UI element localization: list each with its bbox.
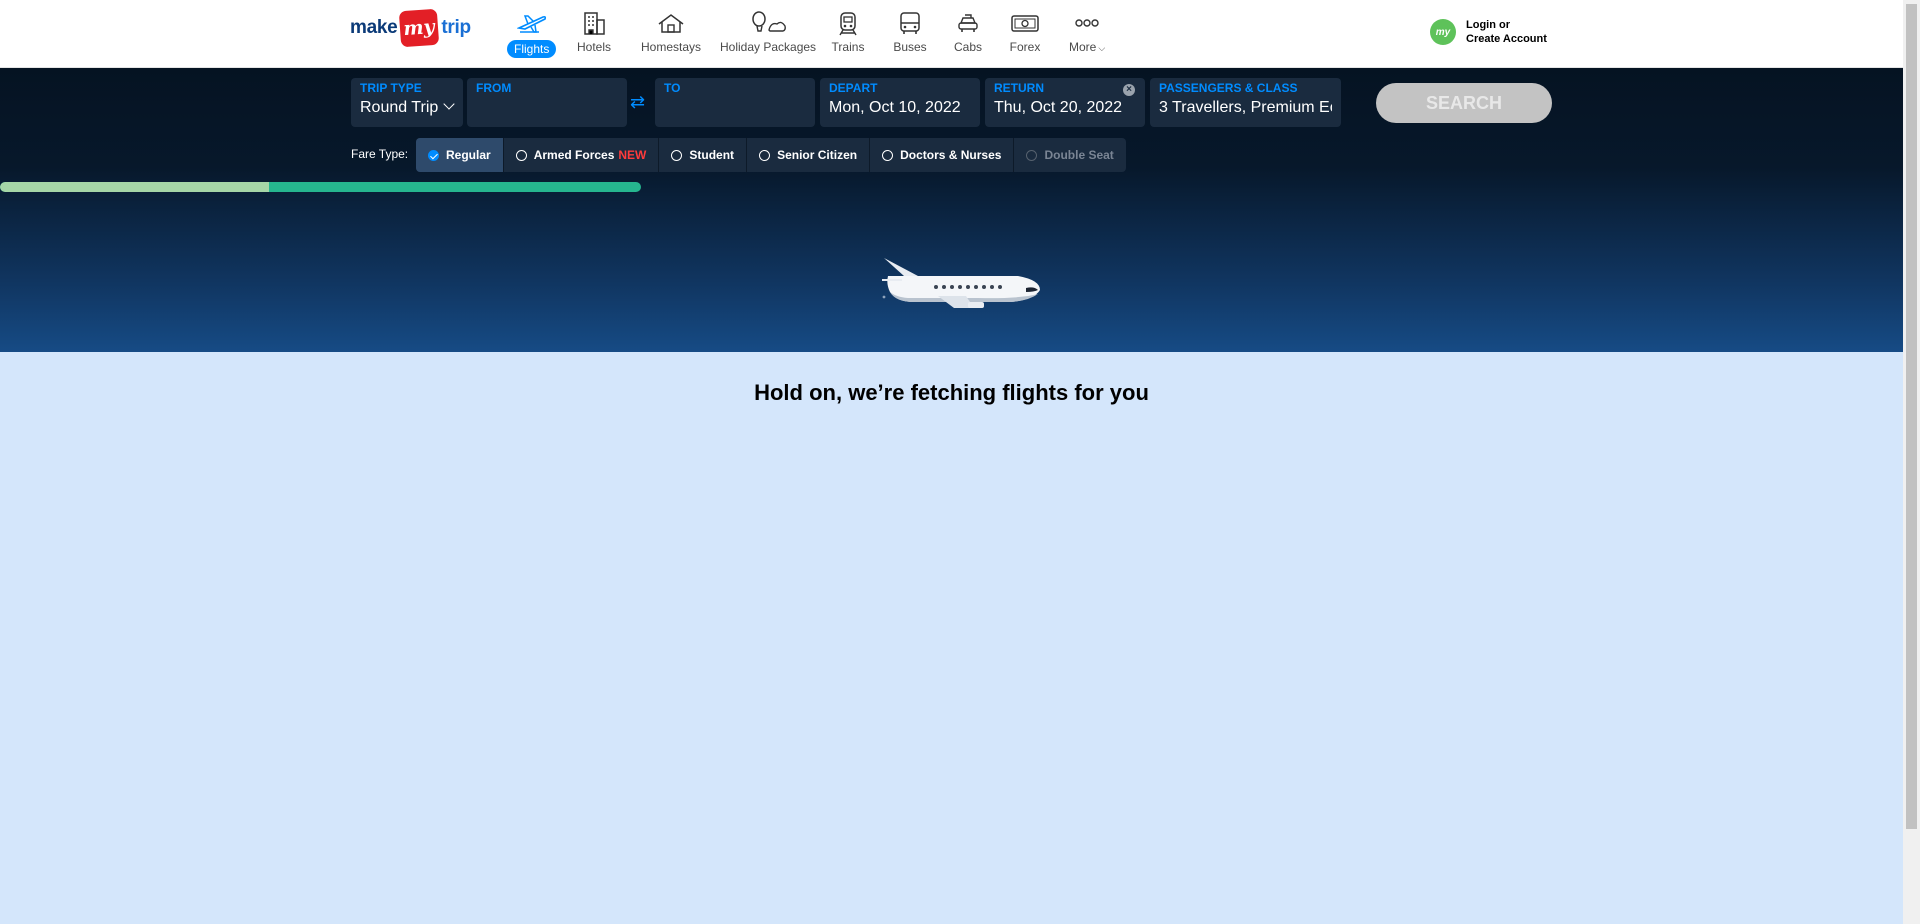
top-header: make my trip Flights Hotels Homestays Ho… <box>0 0 1903 68</box>
flight-icon <box>515 8 549 38</box>
radio-icon <box>671 149 683 161</box>
fare-option-label: Armed Forces <box>533 148 615 162</box>
nav-label: Trains <box>831 40 865 54</box>
passengers-class-field[interactable]: PASSENGERS & CLASS 3 Travellers, Premium… <box>1150 78 1341 127</box>
swap-icon[interactable]: ⇄ <box>630 92 645 113</box>
nav-buses[interactable]: Buses <box>893 8 927 54</box>
nav-label: More ⌵ <box>1069 40 1105 54</box>
train-icon <box>831 8 865 38</box>
nav-label: Cabs <box>953 40 982 54</box>
passengers-label: PASSENGERS & CLASS <box>1159 81 1298 95</box>
radio-icon <box>1026 149 1038 161</box>
nav-label: Buses <box>893 40 927 54</box>
loading-title: Hold on, we’re fetching flights for you <box>754 380 1149 405</box>
makemytrip-logo[interactable]: make my trip <box>350 8 471 48</box>
trip-type-label: TRIP TYPE <box>360 81 422 95</box>
to-label: TO <box>664 81 681 95</box>
search-button[interactable]: SEARCH <box>1376 83 1552 123</box>
nav-homestays[interactable]: Homestays <box>641 8 701 54</box>
nav-label: Hotels <box>577 40 612 54</box>
fare-option-label: Double Seat <box>1044 148 1114 162</box>
radio-icon <box>882 149 894 161</box>
nav-cabs[interactable]: Cabs <box>951 8 985 54</box>
nav-more-label: More <box>1069 40 1097 54</box>
fare-option-senior-citizen[interactable]: Senior Citizen <box>747 138 871 172</box>
depart-value: Mon, Oct 10, 2022 <box>829 99 961 116</box>
fare-type-label: Fare Type: <box>351 147 409 161</box>
logo-trip: trip <box>441 17 471 38</box>
user-avatar-icon: my <box>1430 19 1456 45</box>
nav-forex[interactable]: Forex <box>1008 8 1042 54</box>
to-field[interactable]: TO <box>655 78 815 127</box>
from-label: FROM <box>476 81 512 95</box>
depart-field[interactable]: DEPART Mon, Oct 10, 2022 <box>820 78 980 127</box>
from-field[interactable]: FROM <box>467 78 627 127</box>
forex-icon <box>1008 8 1042 38</box>
radio-icon <box>515 149 527 161</box>
nav-holiday-packages[interactable]: Holiday Packages <box>720 8 816 54</box>
fare-option-label: Regular <box>446 148 491 162</box>
passengers-value: 3 Travellers, Premium Economy <box>1159 99 1332 116</box>
fare-option-label: Senior Citizen <box>777 148 858 162</box>
hotel-icon <box>577 8 611 38</box>
trip-type-value: Round Trip <box>360 99 439 116</box>
login-create-account[interactable]: my Login or Create Account <box>1430 18 1547 46</box>
return-label: RETURN <box>994 81 1044 95</box>
progress-fill <box>0 182 270 192</box>
nav-label: Flights <box>507 40 557 58</box>
checkbox-checked-icon <box>428 149 439 161</box>
fare-option-doctors-nurses[interactable]: Doctors & Nurses <box>870 138 1015 172</box>
login-line1: Login or <box>1466 19 1510 31</box>
chevron-down-icon: ⌵ <box>1098 43 1106 53</box>
nav-flights[interactable]: Flights <box>507 8 557 58</box>
depart-label: DEPART <box>829 81 878 95</box>
fare-option-armed-forces[interactable]: Armed Forces NEW <box>504 138 660 172</box>
return-value: Thu, Oct 20, 2022 <box>994 99 1123 116</box>
fare-option-regular[interactable]: Regular <box>416 138 504 172</box>
fare-option-label: Student <box>689 148 735 162</box>
new-badge: NEW <box>618 148 647 162</box>
nav-label: Forex <box>1009 40 1041 54</box>
nav-trains[interactable]: Trains <box>831 8 865 54</box>
fare-option-student[interactable]: Student <box>659 138 748 172</box>
holiday-icon <box>748 8 788 38</box>
page-scrollbar[interactable] <box>1903 0 1920 924</box>
search-band: TRIP TYPE Round Trip FROM ⇄ TO DEPART Mo… <box>0 68 1903 352</box>
bus-icon <box>893 8 927 38</box>
fare-type-group: Regular Armed Forces NEW Student Senior C… <box>416 138 1126 172</box>
fare-option-label: Doctors & Nurses <box>900 148 1002 162</box>
scrollbar-thumb[interactable] <box>1906 4 1917 829</box>
logo-make: make <box>350 17 398 38</box>
nav-label: Holiday Packages <box>720 40 817 54</box>
homestay-icon <box>654 8 688 38</box>
nav-label: Homestays <box>641 40 702 54</box>
airplane-icon <box>878 254 1044 317</box>
cab-icon <box>951 8 985 38</box>
clear-return-icon[interactable]: × <box>1123 84 1135 96</box>
fare-option-double-seat[interactable]: Double Seat <box>1014 138 1125 172</box>
trip-type-select[interactable]: TRIP TYPE Round Trip <box>351 78 463 127</box>
return-field[interactable]: RETURN Thu, Oct 20, 2022 × <box>985 78 1145 127</box>
radio-icon <box>759 149 771 161</box>
nav-more[interactable]: More ⌵ <box>1069 8 1105 54</box>
nav-hotels[interactable]: Hotels <box>577 8 611 54</box>
loading-progress-bar <box>0 182 641 192</box>
login-line2: Create Account <box>1466 33 1547 45</box>
logo-my-badge: my <box>399 8 440 48</box>
more-icon <box>1070 8 1104 38</box>
login-text: Login or Create Account <box>1466 18 1547 46</box>
